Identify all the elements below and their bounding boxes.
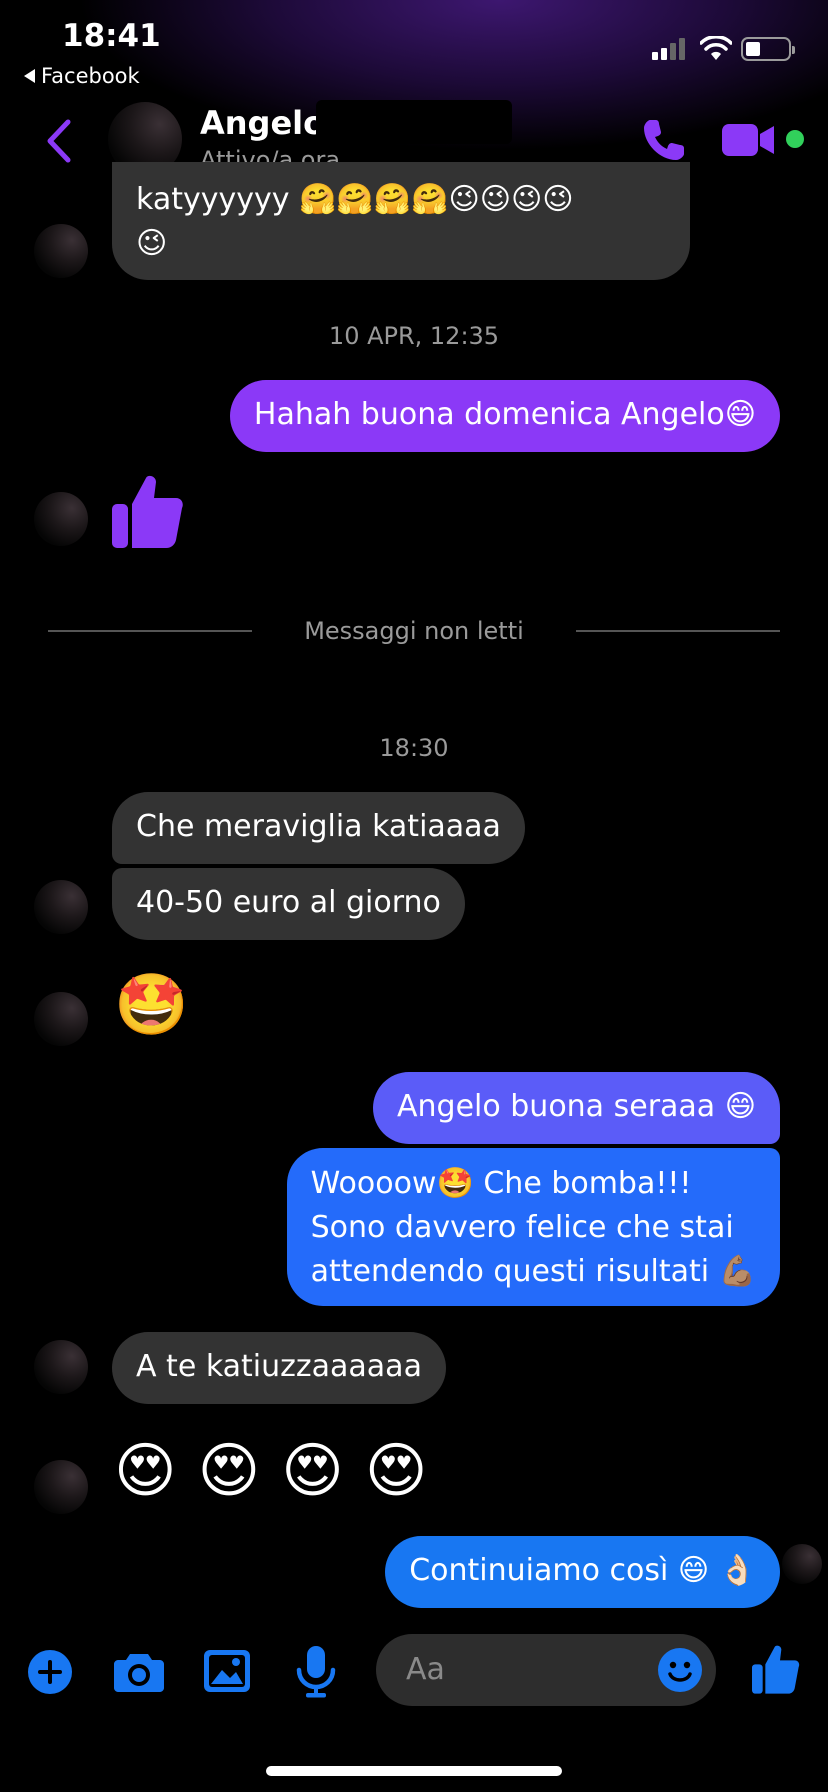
chevron-left-icon[interactable] xyxy=(40,118,80,164)
message-outgoing[interactable]: Angelo buona seraaa 😄 xyxy=(373,1072,780,1144)
battery-icon xyxy=(741,37,795,61)
message-text: Angelo buona seraaa 😄 xyxy=(397,1089,756,1124)
message-outgoing[interactable]: Woooow🤩 Che bomba!!! Sono davvero felice… xyxy=(286,1148,780,1306)
avatar[interactable] xyxy=(34,1340,88,1394)
emoji-icon[interactable] xyxy=(658,1648,702,1692)
message-text: Che meraviglia katiaaaa xyxy=(136,809,501,844)
message-text: katyyyyyy 🤗🤗🤗🤗😉😉😉😉 xyxy=(136,182,574,217)
message-text: 😉 xyxy=(136,226,168,261)
status-time: 18:41 xyxy=(62,18,161,54)
message-outgoing[interactable]: Hahah buona domenica Angelo😄 xyxy=(229,380,780,452)
message-incoming[interactable]: 40-50 euro al giorno xyxy=(112,868,465,940)
back-triangle-icon xyxy=(24,69,35,83)
avatar[interactable] xyxy=(34,492,88,546)
video-camera-icon[interactable] xyxy=(722,122,778,158)
microphone-icon[interactable] xyxy=(296,1646,336,1698)
back-app-label: Facebook xyxy=(41,64,140,88)
avatar[interactable] xyxy=(34,880,88,934)
emoji-message[interactable]: 🤩 xyxy=(114,970,189,1040)
message-incoming[interactable]: katyyyyyy 🤗🤗🤗🤗😉😉😉😉 😉 xyxy=(112,162,690,280)
avatar[interactable] xyxy=(34,224,88,278)
seen-avatar xyxy=(782,1544,822,1584)
timestamp: 10 APR, 12:35 xyxy=(328,322,500,350)
redaction-mark xyxy=(316,100,512,144)
signal-icon xyxy=(652,38,685,60)
message-incoming[interactable]: A te katiuzzaaaaaa xyxy=(112,1332,446,1404)
timestamp: 18:30 xyxy=(379,734,449,762)
message-text: Continuiamo così 😄 👌🏻 xyxy=(409,1553,756,1588)
avatar[interactable] xyxy=(34,1460,88,1514)
message-text: Sono davvero felice che stai xyxy=(310,1210,734,1245)
online-indicator xyxy=(786,130,804,148)
message-text: 40-50 euro al giorno xyxy=(136,885,441,920)
message-input-placeholder: Aa xyxy=(406,1652,445,1687)
composer: Aa xyxy=(0,1618,828,1728)
back-to-app-link[interactable]: Facebook xyxy=(24,64,140,88)
status-bar: 18:41 Facebook xyxy=(0,0,828,100)
message-incoming[interactable]: Che meraviglia katiaaaa xyxy=(112,792,525,864)
message-input[interactable]: Aa xyxy=(376,1634,716,1706)
thumbs-up-icon[interactable] xyxy=(752,1644,800,1694)
message-text: A te katiuzzaaaaaa xyxy=(136,1349,422,1384)
camera-icon[interactable] xyxy=(114,1652,164,1692)
thumbs-up-icon xyxy=(112,475,183,548)
avatar[interactable] xyxy=(34,992,88,1046)
plus-circle-icon[interactable] xyxy=(28,1650,72,1694)
image-icon[interactable] xyxy=(204,1650,250,1692)
message-text: Hahah buona domenica Angelo😄 xyxy=(253,397,756,432)
wifi-icon xyxy=(700,36,732,60)
message-text: attendendo questi risultati 💪🏽 xyxy=(310,1254,756,1289)
phone-icon[interactable] xyxy=(640,116,688,164)
emoji-message[interactable]: 😍 😍 😍 😍 xyxy=(114,1436,427,1506)
divider xyxy=(576,630,780,632)
message-outgoing[interactable]: Continuiamo così 😄 👌🏻 xyxy=(385,1536,780,1608)
home-indicator[interactable] xyxy=(266,1766,562,1776)
message-text: Woooow🤩 Che bomba!!! xyxy=(310,1166,692,1201)
